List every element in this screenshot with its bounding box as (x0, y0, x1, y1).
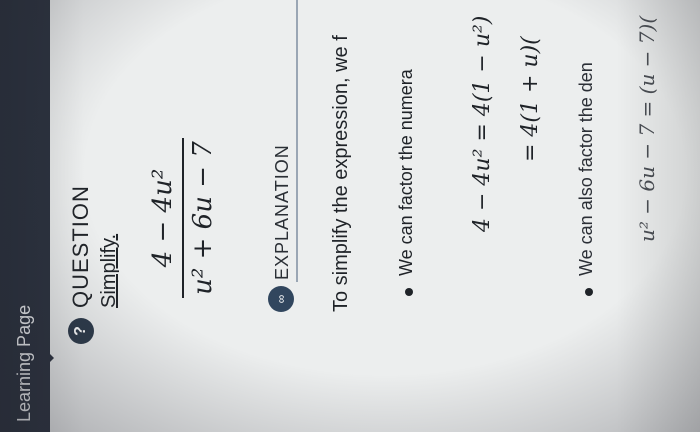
math-step-1: 4 − 4u² = 4(1 − u²) (470, 15, 495, 232)
explanation-bullet-denominator: We can also factor the den (576, 62, 596, 276)
bullet-dot (405, 288, 413, 296)
question-icon: ? (68, 318, 94, 344)
explanation-divider (296, 0, 298, 282)
bar-notch (40, 344, 54, 372)
fraction-bar (182, 138, 184, 298)
math-step-2: = 4(1 + u)( (518, 36, 543, 162)
question-prompt: Simplify. (98, 233, 120, 308)
question-title: QUESTION (68, 185, 93, 308)
explanation-title: EXPLANATION (272, 144, 292, 280)
fraction-denominator: u² + 6u − 7 (188, 141, 218, 295)
fraction-numerator: 4 − 4u² (148, 168, 178, 268)
rotated-screen: Learning Page ? QUESTION Simplify. 4 − 4… (0, 0, 700, 432)
bullet-dot (585, 288, 593, 296)
question-fraction: 4 − 4u² u² + 6u − 7 (148, 138, 218, 298)
explanation-bullet-numerator: We can factor the numera (396, 69, 416, 276)
learning-page-title: Learning Page (14, 304, 34, 422)
learning-page-bar[interactable]: Learning Page (0, 0, 54, 432)
math-step-3: u² − 6u − 7 = (u − 7)( (635, 15, 659, 242)
infinity-icon: ∞ (268, 286, 294, 312)
explanation-intro: To simplify the expression, we f (330, 35, 352, 312)
